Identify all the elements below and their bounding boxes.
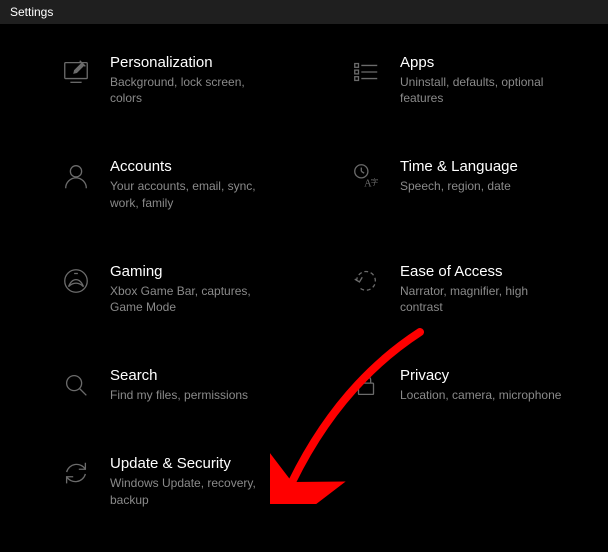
tile-title: Update & Security bbox=[110, 455, 280, 472]
tile-gaming[interactable]: Gaming Xbox Game Bar, captures, Game Mod… bbox=[24, 263, 294, 315]
tile-desc: Your accounts, email, sync, work, family bbox=[110, 178, 280, 210]
tile-desc: Background, lock screen, colors bbox=[110, 74, 280, 106]
tile-desc: Speech, region, date bbox=[400, 178, 570, 194]
tile-search[interactable]: Search Find my files, permissions bbox=[24, 367, 294, 403]
tile-time-language[interactable]: A 字 Time & Language Speech, region, date bbox=[314, 158, 584, 210]
tile-update-security[interactable]: Update & Security Windows Update, recove… bbox=[24, 455, 294, 507]
tile-accounts[interactable]: Accounts Your accounts, email, sync, wor… bbox=[24, 158, 294, 210]
tile-title: Personalization bbox=[110, 54, 280, 71]
svg-text:字: 字 bbox=[371, 177, 379, 187]
settings-categories: Personalization Background, lock screen,… bbox=[0, 24, 608, 552]
personalization-icon bbox=[60, 56, 92, 88]
window-title: Settings bbox=[10, 5, 53, 19]
tile-desc: Uninstall, defaults, optional features bbox=[400, 74, 570, 106]
tile-desc: Xbox Game Bar, captures, Game Mode bbox=[110, 283, 280, 315]
tile-desc: Windows Update, recovery, backup bbox=[110, 475, 280, 507]
tile-desc: Find my files, permissions bbox=[110, 387, 280, 403]
tile-desc: Location, camera, microphone bbox=[400, 387, 570, 403]
tile-title: Privacy bbox=[400, 367, 570, 384]
tile-title: Apps bbox=[400, 54, 570, 71]
accounts-icon bbox=[60, 160, 92, 192]
update-security-icon bbox=[60, 457, 92, 489]
window-title-bar: Settings bbox=[0, 0, 608, 24]
ease-of-access-icon bbox=[350, 265, 382, 297]
tile-title: Accounts bbox=[110, 158, 280, 175]
tile-apps[interactable]: Apps Uninstall, defaults, optional featu… bbox=[314, 54, 584, 106]
tile-title: Gaming bbox=[110, 263, 280, 280]
privacy-icon bbox=[350, 369, 382, 401]
gaming-icon bbox=[60, 265, 92, 297]
tile-personalization[interactable]: Personalization Background, lock screen,… bbox=[24, 54, 294, 106]
tile-ease-of-access[interactable]: Ease of Access Narrator, magnifier, high… bbox=[314, 263, 584, 315]
apps-icon bbox=[350, 56, 382, 88]
tile-desc: Narrator, magnifier, high contrast bbox=[400, 283, 570, 315]
tile-title: Search bbox=[110, 367, 280, 384]
search-icon bbox=[60, 369, 92, 401]
tile-title: Ease of Access bbox=[400, 263, 570, 280]
time-language-icon: A 字 bbox=[350, 160, 382, 192]
tile-privacy[interactable]: Privacy Location, camera, microphone bbox=[314, 367, 584, 403]
categories-grid: Personalization Background, lock screen,… bbox=[24, 54, 584, 508]
tile-title: Time & Language bbox=[400, 158, 570, 175]
